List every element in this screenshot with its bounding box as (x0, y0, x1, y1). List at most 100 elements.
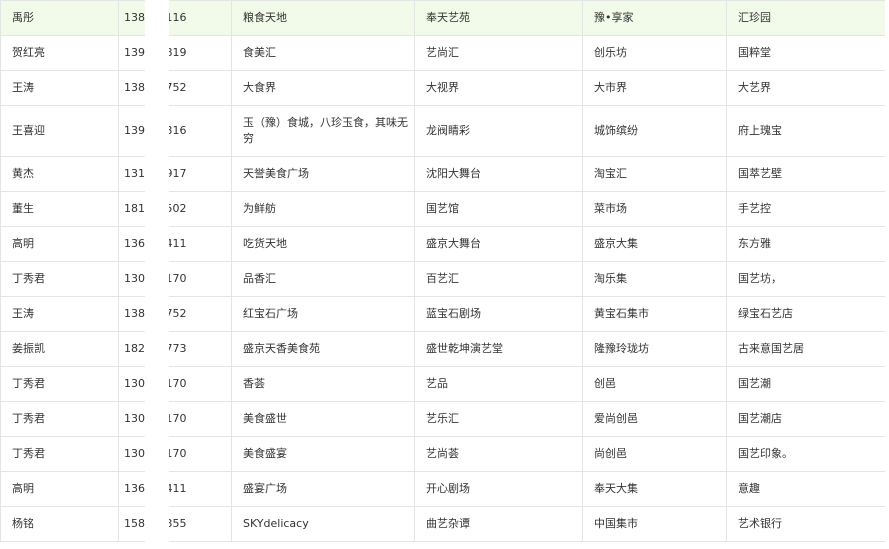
food-name-cell: SKYdelicacy (231, 506, 415, 542)
table-row: 王喜迎 139 6316 玉（豫）食城，八珍玉食，其味无穷 龙阀睛彩 城饰缤纷 府上瑰宝 (0, 105, 889, 157)
market-name-cell: 创乐坊 (582, 35, 727, 71)
art-name-cell: 东方雅 (726, 226, 889, 262)
phone-suffix-cell: 1502 (158, 191, 232, 227)
market-name-cell: 菜市场 (582, 191, 727, 227)
performance-name-cell: 沈阳大舞台 (414, 156, 583, 192)
performance-name-cell: 龙阀睛彩 (414, 105, 583, 157)
table-row: 高明 136 4411 吃货天地 盛京大舞台 盛京大集 东方雅 (0, 226, 889, 262)
performance-name-cell: 盛京大舞台 (414, 226, 583, 262)
table-row: 禹彤 138 8116 粮食天地 奉天艺苑 豫•享家 汇珍园 (0, 0, 889, 36)
art-name-cell: 国艺坊， (726, 261, 889, 297)
market-name-cell: 隆豫玲珑坊 (582, 331, 727, 367)
name-cell: 贺红亮 (0, 35, 119, 71)
performance-name-cell: 国艺馆 (414, 191, 583, 227)
table-row: 姜振凯 182 7773 盛京天香美食苑 盛世乾坤演艺堂 隆豫玲珑坊 古来意国艺居 (0, 331, 889, 367)
name-cell: 高明 (0, 226, 119, 262)
name-cell: 黄杰 (0, 156, 119, 192)
food-name-cell: 美食盛世 (231, 401, 415, 437)
food-name-cell: 天誉美食广场 (231, 156, 415, 192)
food-name-cell: 大食界 (231, 70, 415, 106)
phone-suffix-cell: 6316 (158, 105, 232, 157)
food-name-cell: 红宝石广场 (231, 296, 415, 332)
art-name-cell: 艺术银行 (726, 506, 889, 542)
phone-suffix-cell: 8170 (158, 261, 232, 297)
art-name-cell: 国艺潮 (726, 366, 889, 402)
performance-name-cell: 蓝宝石剧场 (414, 296, 583, 332)
market-name-cell: 盛京大集 (582, 226, 727, 262)
table-row: 黄杰 131 5917 天誉美食广场 沈阳大舞台 淘宝汇 国萃艺壁 (0, 156, 889, 192)
phone-suffix-cell: 8170 (158, 366, 232, 402)
performance-name-cell: 奉天艺苑 (414, 0, 583, 36)
market-name-cell: 中国集市 (582, 506, 727, 542)
food-name-cell: 食美汇 (231, 35, 415, 71)
art-name-cell: 国粹堂 (726, 35, 889, 71)
phone-suffix-cell: 7773 (158, 331, 232, 367)
table-row: 丁秀君 130 8170 品香汇 百艺汇 淘乐集 国艺坊， (0, 261, 889, 297)
performance-name-cell: 曲艺杂谭 (414, 506, 583, 542)
market-name-cell: 淘乐集 (582, 261, 727, 297)
art-name-cell: 大艺界 (726, 70, 889, 106)
table-row: 丁秀君 130 8170 美食盛宴 艺尚荟 尚创邑 国艺印象。 (0, 436, 889, 472)
performance-name-cell: 艺乐汇 (414, 401, 583, 437)
name-cell: 丁秀君 (0, 401, 119, 437)
performance-name-cell: 艺尚汇 (414, 35, 583, 71)
market-name-cell: 淘宝汇 (582, 156, 727, 192)
name-cell: 姜振凯 (0, 331, 119, 367)
food-name-cell: 吃货天地 (231, 226, 415, 262)
entries-table: 禹彤 138 8116 粮食天地 奉天艺苑 豫•享家 汇珍园 贺红亮 139 9819 食美汇 艺尚汇… (0, 0, 889, 542)
food-name-cell: 香荟 (231, 366, 415, 402)
performance-name-cell: 百艺汇 (414, 261, 583, 297)
phone-suffix-cell: 8116 (158, 0, 232, 36)
name-cell: 丁秀君 (0, 366, 119, 402)
art-name-cell: 手艺控 (726, 191, 889, 227)
phone-suffix-cell: 4411 (158, 226, 232, 262)
market-name-cell: 奉天大集 (582, 471, 727, 507)
name-cell: 王涛 (0, 70, 119, 106)
performance-name-cell: 大视界 (414, 70, 583, 106)
phone-suffix-cell: 8170 (158, 401, 232, 437)
food-name-cell: 粮食天地 (231, 0, 415, 36)
performance-name-cell: 开心剧场 (414, 471, 583, 507)
table-row: 杨铭 158 8355 SKYdelicacy 曲艺杂谭 中国集市 艺术银行 (0, 506, 889, 542)
performance-name-cell: 盛世乾坤演艺堂 (414, 331, 583, 367)
phone-suffix-cell: 5917 (158, 156, 232, 192)
table-row: 王涛 138 7752 大食界 大视界 大市界 大艺界 (0, 70, 889, 106)
table-row: 王涛 138 7752 红宝石广场 蓝宝石剧场 黄宝石集市 绿宝石艺店 (0, 296, 889, 332)
art-name-cell: 古来意国艺居 (726, 331, 889, 367)
table-row: 董生 181 1502 为鲜舫 国艺馆 菜市场 手艺控 (0, 191, 889, 227)
art-name-cell: 府上瑰宝 (726, 105, 889, 157)
table-row: 丁秀君 130 8170 香荟 艺品 创邑 国艺潮 (0, 366, 889, 402)
food-name-cell: 美食盛宴 (231, 436, 415, 472)
food-name-cell: 盛京天香美食苑 (231, 331, 415, 367)
name-cell: 王涛 (0, 296, 119, 332)
food-name-cell: 品香汇 (231, 261, 415, 297)
art-name-cell: 汇珍园 (726, 0, 889, 36)
market-name-cell: 创邑 (582, 366, 727, 402)
art-name-cell: 国艺印象。 (726, 436, 889, 472)
phone-suffix-cell: 9819 (158, 35, 232, 71)
phone-suffix-cell: 7752 (158, 70, 232, 106)
name-cell: 丁秀君 (0, 261, 119, 297)
performance-name-cell: 艺尚荟 (414, 436, 583, 472)
phone-suffix-cell: 4411 (158, 471, 232, 507)
market-name-cell: 尚创邑 (582, 436, 727, 472)
food-name-cell: 为鲜舫 (231, 191, 415, 227)
food-name-cell: 玉（豫）食城，八珍玉食，其味无穷 (231, 105, 415, 157)
art-name-cell: 国艺潮店 (726, 401, 889, 437)
market-name-cell: 大市界 (582, 70, 727, 106)
phone-suffix-cell: 8355 (158, 506, 232, 542)
name-cell: 丁秀君 (0, 436, 119, 472)
name-cell: 董生 (0, 191, 119, 227)
market-name-cell: 爱尚创邑 (582, 401, 727, 437)
redaction-mask (145, 0, 169, 549)
phone-suffix-cell: 7752 (158, 296, 232, 332)
food-name-cell: 盛宴广场 (231, 471, 415, 507)
phone-suffix-cell: 8170 (158, 436, 232, 472)
table-row: 高明 136 4411 盛宴广场 开心剧场 奉天大集 意趣 (0, 471, 889, 507)
market-name-cell: 城饰缤纷 (582, 105, 727, 157)
art-name-cell: 国萃艺壁 (726, 156, 889, 192)
market-name-cell: 豫•享家 (582, 0, 727, 36)
name-cell: 王喜迎 (0, 105, 119, 157)
table-row: 贺红亮 139 9819 食美汇 艺尚汇 创乐坊 国粹堂 (0, 35, 889, 71)
art-name-cell: 绿宝石艺店 (726, 296, 889, 332)
